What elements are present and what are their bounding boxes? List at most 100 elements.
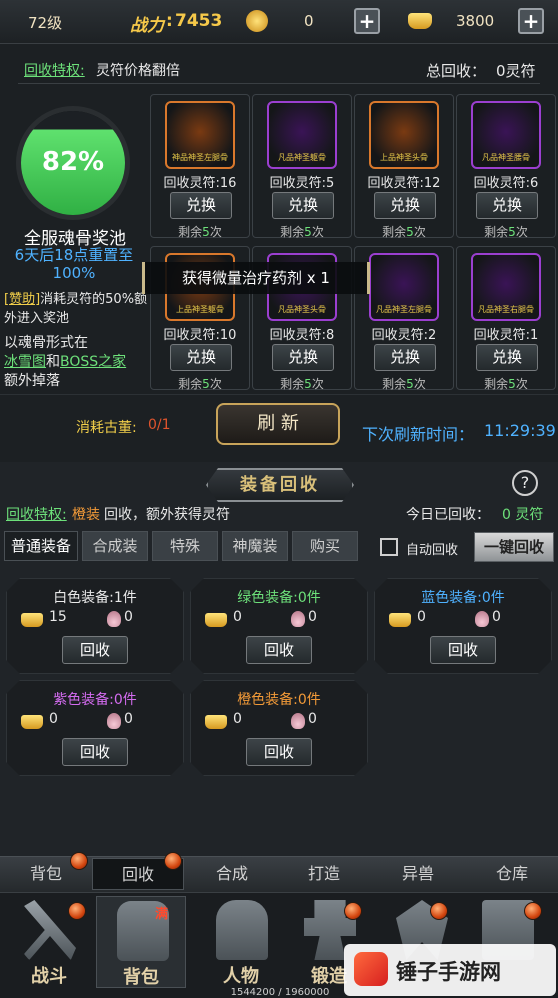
sub-tab-beast[interactable]: 异兽 — [372, 858, 464, 890]
exchange-button[interactable]: 兑换 — [476, 344, 538, 371]
sponsor-tag[interactable]: [赞助] — [4, 292, 40, 307]
tab-buy[interactable]: 购买 — [292, 531, 358, 561]
consume-label: 消耗古董: — [76, 420, 137, 436]
gold-ingot-icon — [21, 715, 43, 729]
bone-item-name: 凡品神圣腰骨 — [482, 153, 530, 162]
soul-stone-icon — [107, 611, 121, 627]
bone-cost: 回收灵符:6 — [473, 176, 539, 191]
tab-special[interactable]: 特殊 — [152, 531, 218, 561]
sub-tab-warehouse[interactable]: 仓库 — [466, 858, 558, 890]
drop-suffix: 额外掉落 — [4, 373, 60, 389]
next-refresh-time: 11:29:39 — [484, 421, 556, 440]
bone-item-icon[interactable]: 上品神圣头骨 — [369, 101, 439, 169]
equip-tier-card: 橙色装备:0件 0 0 回收 — [190, 680, 368, 776]
auto-recycle-checkbox[interactable] — [380, 538, 398, 556]
gold-reward: 0 — [417, 609, 426, 625]
bone-item-name: 凡品神圣躯骨 — [278, 153, 326, 162]
bone-item-name: 上品神圣躯骨 — [176, 305, 224, 314]
bone-item-icon[interactable]: 凡品神圣左腿骨 — [369, 253, 439, 321]
refresh-button[interactable]: 刷 新 — [216, 403, 340, 445]
gold-reward: 0 — [233, 609, 242, 625]
equip-tier-title: 橙色装备:0件 — [237, 692, 321, 708]
today-recycled-value: 0 灵符 — [502, 507, 544, 523]
bone-cost: 回收灵符:5 — [269, 176, 335, 191]
link-ice-map[interactable]: 冰雪图 — [4, 354, 46, 370]
power-colon: : — [166, 11, 173, 31]
spirit-coin-icon — [246, 10, 268, 32]
recycle-button[interactable]: 回收 — [62, 636, 128, 664]
bone-item-name: 神品神圣左腿骨 — [172, 153, 228, 162]
bag-full-badge: 满 — [155, 907, 169, 922]
notify-dot-icon — [344, 902, 362, 920]
pool-percent: 82% — [41, 147, 105, 177]
bone-cost: 回收灵符:16 — [163, 176, 237, 191]
exchange-button[interactable]: 兑换 — [374, 344, 436, 371]
equip-tier-title: 紫色装备:0件 — [53, 692, 137, 708]
gold-ingot-icon — [205, 613, 227, 627]
tab-godmonster-equip[interactable]: 神魔装 — [222, 531, 288, 561]
privilege-label[interactable]: 回收特权: — [24, 60, 85, 80]
bone-item-name: 上品神圣头骨 — [380, 153, 428, 162]
equip-tier-title: 蓝色装备:0件 — [421, 590, 505, 606]
exchange-button[interactable]: 兑换 — [272, 344, 334, 371]
add-spirit-button[interactable]: + — [354, 8, 380, 34]
add-gold-button[interactable]: + — [518, 8, 544, 34]
equip-tier-card: 紫色装备:0件 0 0 回收 — [6, 680, 184, 776]
soul-stone-icon — [291, 611, 305, 627]
stone-reward: 0 — [124, 711, 133, 727]
equip-tier-card: 白色装备:1件 15 0 回收 — [6, 578, 184, 674]
nav-bag[interactable]: 满背包 — [96, 896, 186, 988]
gold-ingot-icon — [389, 613, 411, 627]
bone-item-icon[interactable]: 凡品神圣躯骨 — [267, 101, 337, 169]
auto-recycle-label: 自动回收 — [406, 543, 459, 558]
gold-reward: 15 — [49, 609, 67, 625]
total-recycle-label: 总回收： — [426, 62, 487, 80]
pool-reset: 6天后18点重置至100% — [14, 246, 134, 282]
recycle-button[interactable]: 回收 — [430, 636, 496, 664]
sub-tab-synthesis[interactable]: 合成 — [186, 858, 278, 890]
bone-item-name: 凡品神圣头骨 — [278, 305, 326, 314]
bone-item-icon[interactable]: 凡品神圣右腿骨 — [471, 253, 541, 321]
player-level: 72级 — [28, 14, 63, 32]
exchange-button[interactable]: 兑换 — [272, 192, 334, 219]
recycle-button[interactable]: 回收 — [62, 738, 128, 766]
exchange-button[interactable]: 兑换 — [476, 192, 538, 219]
total-recycle-value: 0灵符 — [496, 62, 536, 80]
bone-cost: 回收灵符:10 — [163, 328, 237, 343]
gold-value: 3800 — [456, 12, 495, 30]
exchange-button[interactable]: 兑换 — [374, 192, 436, 219]
watermark-text: 锤子手游网 — [396, 960, 501, 984]
tab-normal-equip[interactable]: 普通装备 — [4, 531, 78, 561]
equip-tier-card: 绿色装备:0件 0 0 回收 — [190, 578, 368, 674]
link-boss-home[interactable]: BOSS之家 — [60, 354, 126, 370]
equip-privilege-text: 回收，额外获得灵符 — [104, 507, 230, 523]
bone-item-name: 凡品神圣右腿骨 — [478, 305, 534, 314]
notify-dot-icon — [70, 852, 88, 870]
nav-character[interactable]: 人物 — [196, 896, 286, 988]
exchange-button[interactable]: 兑换 — [170, 344, 232, 371]
sub-tab-forge[interactable]: 打造 — [278, 858, 370, 890]
bone-card: 凡品神圣腰骨 回收灵符:6 兑换 剩余5次 — [456, 94, 556, 239]
bone-item-name: 凡品神圣左腿骨 — [376, 305, 432, 314]
gold-ingot-icon — [205, 715, 227, 729]
stone-reward: 0 — [308, 609, 317, 625]
bone-card: 神品神圣左腿骨 回收灵符:16 兑换 剩余5次 — [150, 94, 250, 239]
bone-cost: 回收灵符:12 — [367, 176, 441, 191]
equip-recycle-title: 装备回收 — [206, 468, 354, 502]
recycle-button[interactable]: 回收 — [246, 636, 312, 664]
recycle-button[interactable]: 回收 — [246, 738, 312, 766]
exchange-button[interactable]: 兑换 — [170, 192, 232, 219]
help-button[interactable]: ? — [512, 470, 538, 496]
bone-remaining: 剩余5次 — [382, 225, 426, 239]
bone-cost: 回收灵符:2 — [371, 328, 437, 343]
tab-synthesis-equip[interactable]: 合成装 — [82, 531, 148, 561]
bone-item-icon[interactable]: 凡品神圣腰骨 — [471, 101, 541, 169]
bone-item-icon[interactable]: 神品神圣左腿骨 — [165, 101, 235, 169]
equip-privilege-label[interactable]: 回收特权: — [6, 504, 67, 524]
one-key-recycle-button[interactable]: 一键回收 — [474, 532, 554, 562]
consume-value: 0/1 — [148, 417, 171, 433]
bone-card: 凡品神圣躯骨 回收灵符:5 兑换 剩余5次 — [252, 94, 352, 239]
exp-text: 1544200 / 1960000 — [230, 987, 330, 998]
equip-tier-title: 绿色装备:0件 — [237, 590, 321, 606]
stone-reward: 0 — [124, 609, 133, 625]
